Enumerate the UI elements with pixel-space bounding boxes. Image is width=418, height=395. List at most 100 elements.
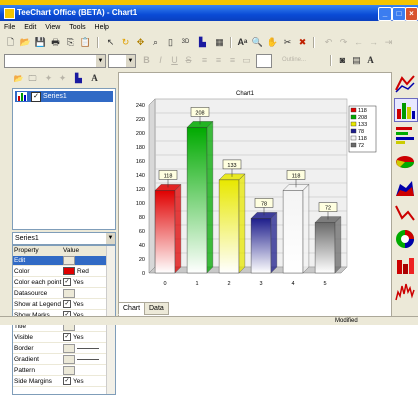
chart-canvas[interactable]: Chart1 0 20 40 60 80 100 120 140 160 180 200 220 240 1… [118, 72, 392, 318]
fast-line-icon[interactable] [394, 202, 416, 224]
property-value[interactable] [63, 366, 107, 375]
checkbox-icon[interactable]: ✓ [63, 278, 71, 287]
open-icon[interactable]: 📂 [12, 72, 25, 85]
back-icon[interactable]: ← [352, 36, 365, 49]
ellipsis-button[interactable] [63, 256, 75, 265]
move-down-icon[interactable]: ✦ [56, 72, 69, 85]
zoom-icon[interactable]: ⌕ [149, 36, 162, 49]
align-center-icon[interactable]: ≡ [212, 54, 225, 67]
property-value[interactable]: ✓Yes [63, 377, 107, 386]
more-icon[interactable]: ⇥ [382, 36, 395, 49]
outline-button[interactable]: Outline... [274, 54, 314, 67]
series-selector[interactable]: Series1 ▼ [12, 232, 116, 245]
fill-color-icon[interactable]: ▭ [240, 54, 253, 67]
cut-icon[interactable]: ✂ [281, 36, 294, 49]
property-value[interactable]: ✓Yes [63, 278, 107, 287]
forward-icon[interactable]: → [367, 36, 380, 49]
histogram-icon[interactable] [394, 280, 416, 302]
zoom-in-icon[interactable]: 🔍 [251, 36, 264, 49]
move-up-icon[interactable]: ✦ [42, 72, 55, 85]
line-chart-icon[interactable] [394, 72, 416, 94]
hand-icon[interactable]: ✋ [266, 36, 279, 49]
menu-tools[interactable]: Tools [69, 24, 85, 31]
bar-chart[interactable]: Chart10204060801001201401601802002202401… [119, 73, 391, 301]
redo-icon[interactable]: ↷ [337, 36, 350, 49]
3d-bar-icon[interactable] [394, 254, 416, 276]
ellipsis-button[interactable] [63, 355, 75, 364]
close-button[interactable]: × [405, 7, 418, 21]
title-icon[interactable]: A [88, 72, 101, 85]
text-icon[interactable]: A [364, 54, 377, 67]
checkbox-icon[interactable]: ✓ [63, 377, 71, 386]
paste-icon[interactable]: 📋 [79, 36, 92, 49]
property-row[interactable]: Datasource [13, 289, 107, 299]
undo-icon[interactable]: ↶ [322, 36, 335, 49]
chart-gallery-icon[interactable]: ▙ [196, 36, 209, 49]
delete-icon[interactable]: ✖ [296, 36, 309, 49]
open-icon[interactable]: 📂 [19, 36, 32, 49]
underline-icon[interactable]: U [168, 54, 181, 67]
property-row[interactable]: Show at Legend ✓ Yes [13, 300, 107, 310]
area-chart-icon[interactable] [394, 176, 416, 198]
move-icon[interactable]: ✥ [134, 36, 147, 49]
font-size-combo[interactable]: ▼ [108, 54, 136, 68]
menu-help[interactable]: Help [95, 24, 109, 31]
color-swatch[interactable] [63, 267, 75, 276]
donut-chart-icon[interactable] [394, 228, 416, 250]
bold-icon[interactable]: B [140, 54, 153, 67]
property-value[interactable]: ✓Yes [63, 300, 107, 309]
ellipsis-button[interactable] [63, 289, 75, 298]
title-bar[interactable]: TeeChart Office (BETA) - Chart1 _ □ × [0, 5, 418, 21]
pointer-icon[interactable]: ↖ [104, 36, 117, 49]
checkbox-icon[interactable]: ✓ [63, 300, 71, 309]
tab-chart[interactable]: Chart [118, 302, 146, 315]
property-value[interactable]: ✓Yes [63, 333, 107, 342]
print-icon[interactable]: 🖶 [49, 36, 62, 49]
ellipsis-button[interactable] [63, 344, 75, 353]
shadow-icon[interactable]: ◙ [336, 54, 349, 67]
property-row[interactable]: Side Margins ✓ Yes [13, 377, 107, 387]
property-row[interactable]: Edit [13, 256, 107, 266]
line-width-spinner[interactable] [256, 54, 272, 68]
align-left-icon[interactable]: ≡ [198, 54, 211, 67]
gradient-icon[interactable]: ▤ [350, 54, 363, 67]
maximize-button[interactable]: □ [392, 7, 406, 21]
menu-edit[interactable]: Edit [24, 24, 36, 31]
menu-file[interactable]: File [4, 24, 15, 31]
add-series-icon[interactable]: 🗀 [26, 72, 39, 85]
chart-gallery-icon[interactable]: ▙ [72, 72, 85, 85]
tab-data[interactable]: Data [144, 302, 169, 315]
property-row[interactable]: Visible ✓ Yes [13, 333, 107, 343]
property-row[interactable]: Gradient [13, 355, 107, 365]
property-row[interactable]: Color each point ✓ Yes [13, 278, 107, 288]
font-icon[interactable]: Aᵃ [236, 36, 249, 49]
property-value[interactable]: Red [63, 267, 107, 276]
checkbox-icon[interactable]: ✓ [63, 333, 71, 342]
menu-view[interactable]: View [45, 24, 60, 31]
3d-toggle-icon[interactable]: 3D [179, 36, 192, 49]
new-icon[interactable]: 🗋 [4, 36, 17, 49]
align-right-icon[interactable]: ≡ [226, 54, 239, 67]
property-value[interactable] [63, 256, 107, 265]
series-list-item[interactable]: ✓ Series1 [15, 91, 113, 102]
property-row[interactable]: Color Red [13, 267, 107, 277]
save-icon[interactable]: 💾 [34, 36, 47, 49]
horizontal-bar-icon[interactable] [394, 124, 416, 146]
ellipsis-button[interactable] [63, 366, 75, 375]
depth-icon[interactable]: ▯ [164, 36, 177, 49]
bar-chart-icon[interactable] [394, 98, 418, 122]
strikeout-icon[interactable]: S [182, 54, 195, 67]
rotate-icon[interactable]: ↻ [119, 36, 132, 49]
property-row[interactable]: Pattern [13, 366, 107, 376]
italic-icon[interactable]: I [154, 54, 167, 67]
pie-chart-icon[interactable] [394, 150, 416, 172]
series-visible-checkbox[interactable]: ✓ [31, 92, 41, 102]
property-value[interactable] [63, 289, 107, 298]
chart-editor-icon[interactable]: ▦ [213, 36, 226, 49]
font-name-combo[interactable]: ▼ [4, 54, 106, 68]
minimize-button[interactable]: _ [378, 7, 392, 21]
property-value[interactable] [63, 355, 107, 364]
property-row[interactable]: Border [13, 344, 107, 354]
property-value[interactable] [63, 344, 107, 353]
copy-icon[interactable]: ⎘ [64, 36, 77, 49]
